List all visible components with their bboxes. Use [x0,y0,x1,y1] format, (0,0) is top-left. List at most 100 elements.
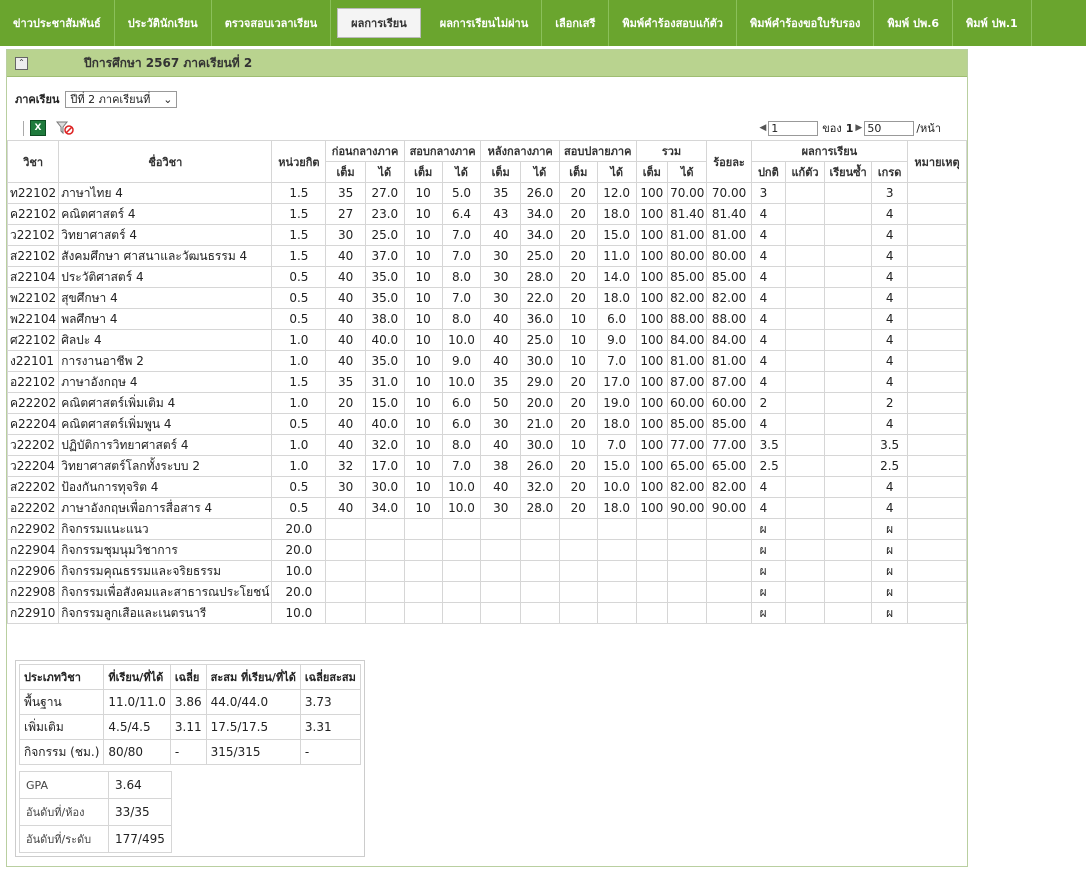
per-page-input[interactable]: 50 [864,120,915,136]
table-row[interactable]: ว22202 ปฏิบัติการวิทยาศาสตร์ 4 1.0 40 32.0 10… [6,434,967,456]
col-sub-got-4[interactable]: ได้ [667,161,708,183]
prev-page-icon[interactable]: ◀ [759,123,766,133]
table-row[interactable]: ท22102 ภาษาไทย 4 1.5 35 27.0 10 5.0 35 26.0 20 12.… [6,182,967,204]
col-credit[interactable]: หน่วยกิต [271,140,327,183]
table-cell [364,602,405,624]
table-cell: 26.0 [520,182,560,204]
table-cell: 38.0 [364,308,405,330]
table-cell: 32.0 [364,434,405,456]
table-row[interactable]: อ22102 ภาษาอังกฤษ 4 1.5 35 31.0 10 10.0 35 29.0 2… [6,371,967,393]
table-row[interactable]: ค22202 คณิตศาสตร์เพิ่มเติม 4 1.0 20 15.0 10 6.… [6,392,967,414]
col-result-normal[interactable]: ปกติ [750,161,787,183]
gpa-value: 33/35 [108,798,172,826]
col-sub-full-1[interactable]: เต็ม [403,161,443,183]
table-row[interactable]: ก22906 กิจกรรมคุณธรรมและจริยธรรม 10.0 ผ ผ [6,560,967,582]
table-row[interactable]: พ22102 สุขศึกษา 4 0.5 40 35.0 10 7.0 30 22.0 20 18… [6,287,967,309]
nav-tab-6[interactable]: พิมพ์คำร้องสอบแก้ตัว [609,0,737,46]
nav-tab-3[interactable]: ผลการเรียน [337,8,421,38]
table-cell [785,224,825,246]
table-cell: 40 [325,350,366,372]
table-cell [364,581,405,603]
table-row[interactable]: ว22204 วิทยาศาสตร์โลกทั้งระบบ 2 1.0 32 17.0 1… [6,455,967,477]
table-row[interactable]: ค22102 คณิตศาสตร์ 4 1.5 27 23.0 10 6.4 43 34.0 20… [6,203,967,225]
table-cell: 36.0 [520,308,560,330]
table-cell: 8.0 [441,434,482,456]
table-cell: 4 [750,266,787,288]
table-cell [596,560,637,582]
table-cell: 4 [750,245,787,267]
nav-tab-0[interactable]: ข่าวประชาสัมพันธ์ [0,0,115,46]
col-sub-got-0[interactable]: ได้ [364,161,405,183]
col-result-repeat[interactable]: เรียนซ้ำ [823,161,873,183]
table-cell: 60.00 [667,392,708,414]
nav-tab-8[interactable]: พิมพ์ ปพ.6 [874,0,954,46]
collapse-up-icon[interactable]: ⌃ [15,56,28,70]
table-cell: 30 [480,266,521,288]
table-row[interactable]: ศ22102 ศิลปะ 4 1.0 40 40.0 10 10.0 40 25.0 10 9.0 1… [6,329,967,351]
table-cell [403,602,443,624]
table-cell [558,539,598,561]
table-cell: 90.00 [667,497,708,519]
col-name[interactable]: ชื่อวิชา [58,140,273,183]
table-row[interactable]: ก22904 กิจกรรมชุมนุมวิชาการ 20.0 ผ ผ [6,539,967,561]
clear-filter-icon[interactable] [55,121,74,135]
table-row[interactable]: ส22202 ป้องกันการทุจริต 4 0.5 30 30.0 10 10.0 4… [6,476,967,498]
next-page-icon[interactable]: ▶ [855,123,862,133]
table-cell: 40 [480,434,521,456]
table-cell [403,581,443,603]
panel-title: ปีการศึกษา 2567 ภาคเรียนที่ 2 [84,55,253,70]
table-cell: 100 [635,266,669,288]
table-row[interactable]: ก22910 กิจกรรมลูกเสือและเนตรนารี 10.0 ผ ผ [6,602,967,624]
table-cell: 30 [480,245,521,267]
table-cell: สังคมศึกษา ศาสนาและวัฒนธรรม 4 [58,245,273,267]
col-group-total: รวม [635,140,708,162]
nav-tab-9[interactable]: พิมพ์ ปพ.1 [953,0,1032,46]
nav-tab-4[interactable]: ผลการเรียนไม่ผ่าน [427,0,543,46]
col-result-grade[interactable]: เกรด [871,161,909,183]
table-cell: ผ [871,560,909,582]
semester-select[interactable]: ปีที่ 2 ภาคเรียนที่ ⌄ [65,90,178,108]
grades-table: วิชา ชื่อวิชา หน่วยกิต ก่อนกลางภาค สอบกล… [6,140,967,624]
table-cell: 4 [750,203,787,225]
col-result-retake[interactable]: แก้ตัว [785,161,825,183]
nav-tab-1[interactable]: ประวัตินักเรียน [115,0,212,46]
col-sub-got-3[interactable]: ได้ [596,161,637,183]
table-cell: ผ [750,518,787,540]
table-cell: 32 [325,455,366,477]
table-cell: ค22102 [6,203,60,225]
excel-export-icon[interactable]: X [30,120,46,136]
nav-tab-7[interactable]: พิมพ์คำร้องขอใบรับรอง [737,0,875,46]
table-row[interactable]: ว22102 วิทยาศาสตร์ 4 1.5 30 25.0 10 7.0 40 34.0 2… [6,224,967,246]
col-sub-full-2[interactable]: เต็ม [480,161,521,183]
table-row[interactable]: อ22202 ภาษาอังกฤษเพื่อการสื่อสาร 4 0.5 40 34… [6,497,967,519]
col-sub-full-0[interactable]: เต็ม [325,161,366,183]
table-cell: กิจกรรมลูกเสือและเนตรนารี [58,602,273,624]
col-code[interactable]: วิชา [6,140,60,183]
table-cell [907,308,967,330]
table-cell: กิจกรรมคุณธรรมและจริยธรรม [58,560,273,582]
table-row[interactable]: ค22204 คณิตศาสตร์เพิ่มพูน 4 0.5 40 40.0 10 6.0… [6,413,967,435]
table-cell [785,329,825,351]
nav-tab-5[interactable]: เลือกเสรี [542,0,610,46]
col-remark[interactable]: หมายเหตุ [907,140,967,183]
table-cell: ก22906 [6,560,60,582]
col-sub-full-3[interactable]: เต็ม [558,161,598,183]
table-cell [667,581,708,603]
table-row[interactable]: ส22102 สังคมศึกษา ศาสนาและวัฒนธรรม 4 1.5 40… [6,245,967,267]
table-cell: 4 [871,476,909,498]
table-row[interactable]: ก22908 กิจกรรมเพื่อสังคมและสาธารณประโยชน์… [6,581,967,603]
pager: ◀ 1 ของ 1 ▶ 50 /หน้า [757,119,941,137]
table-row[interactable]: ก22902 กิจกรรมแนะแนว 20.0 ผ ผ [6,518,967,540]
table-cell: 9.0 [596,329,637,351]
table-row[interactable]: ง22101 การงานอาชีพ 2 1.0 40 35.0 10 9.0 40 30.0 1… [6,350,967,372]
table-cell [823,560,873,582]
col-sub-got-1[interactable]: ได้ [441,161,482,183]
table-cell [364,518,405,540]
col-percent[interactable]: ร้อยละ [706,140,752,183]
page-input[interactable]: 1 [768,120,819,136]
table-row[interactable]: พ22104 พลศึกษา 4 0.5 40 38.0 10 8.0 40 36.0 10 6.0… [6,308,967,330]
col-sub-full-4[interactable]: เต็ม [635,161,669,183]
nav-tab-2[interactable]: ตรวจสอบเวลาเรียน [212,0,332,46]
table-row[interactable]: ส22104 ประวัติศาสตร์ 4 0.5 40 35.0 10 8.0 30 28.… [6,266,967,288]
col-sub-got-2[interactable]: ได้ [520,161,560,183]
